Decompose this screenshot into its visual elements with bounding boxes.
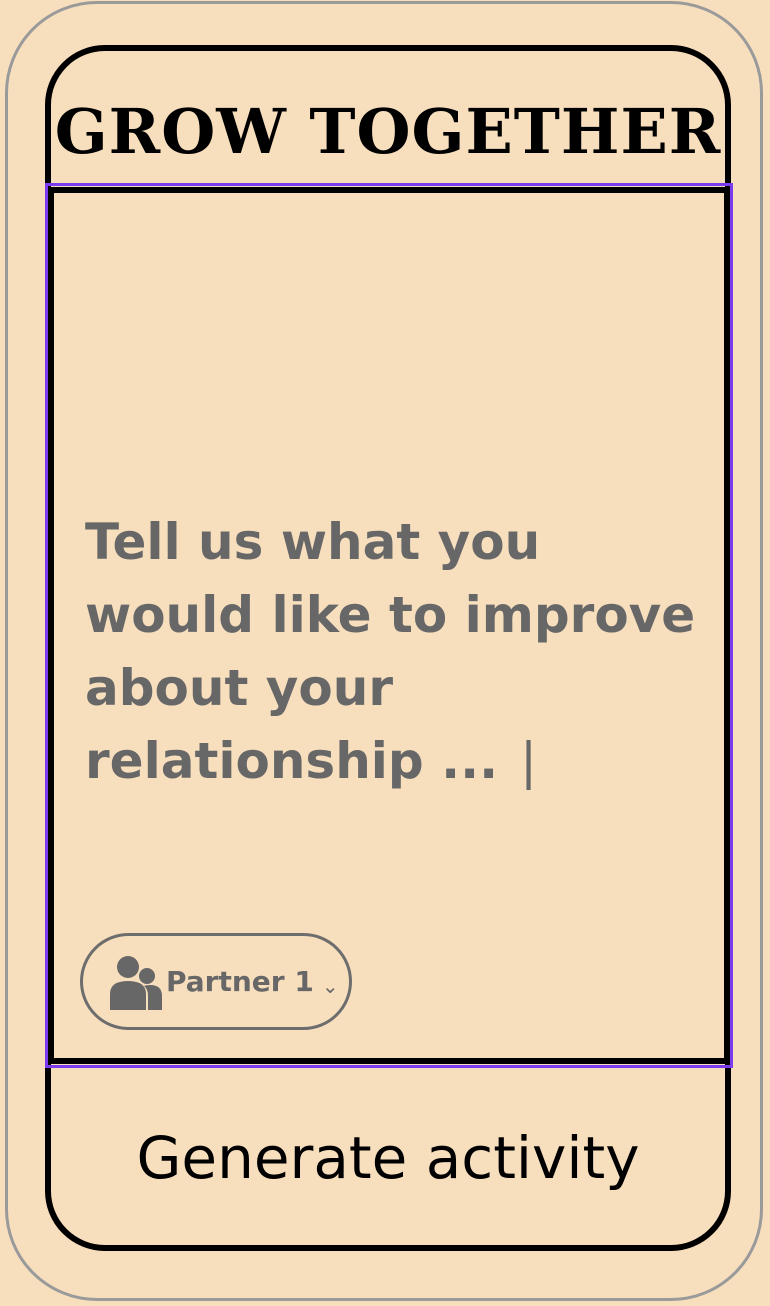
text-cursor: | [520, 732, 537, 790]
generate-activity-button[interactable]: Generate activity [51, 1070, 725, 1245]
input-placeholder-text: Tell us what you would like to improve a… [85, 513, 696, 790]
chevron-down-icon: ⌄ [321, 973, 339, 998]
app-title: GROW TOGETHER [54, 95, 722, 168]
partner-label: Partner 1 [166, 965, 314, 998]
input-placeholder: Tell us what you would like to improve a… [85, 506, 725, 798]
partner-selector[interactable]: Partner 1 ⌄ [80, 933, 352, 1030]
users-icon [110, 955, 162, 1010]
